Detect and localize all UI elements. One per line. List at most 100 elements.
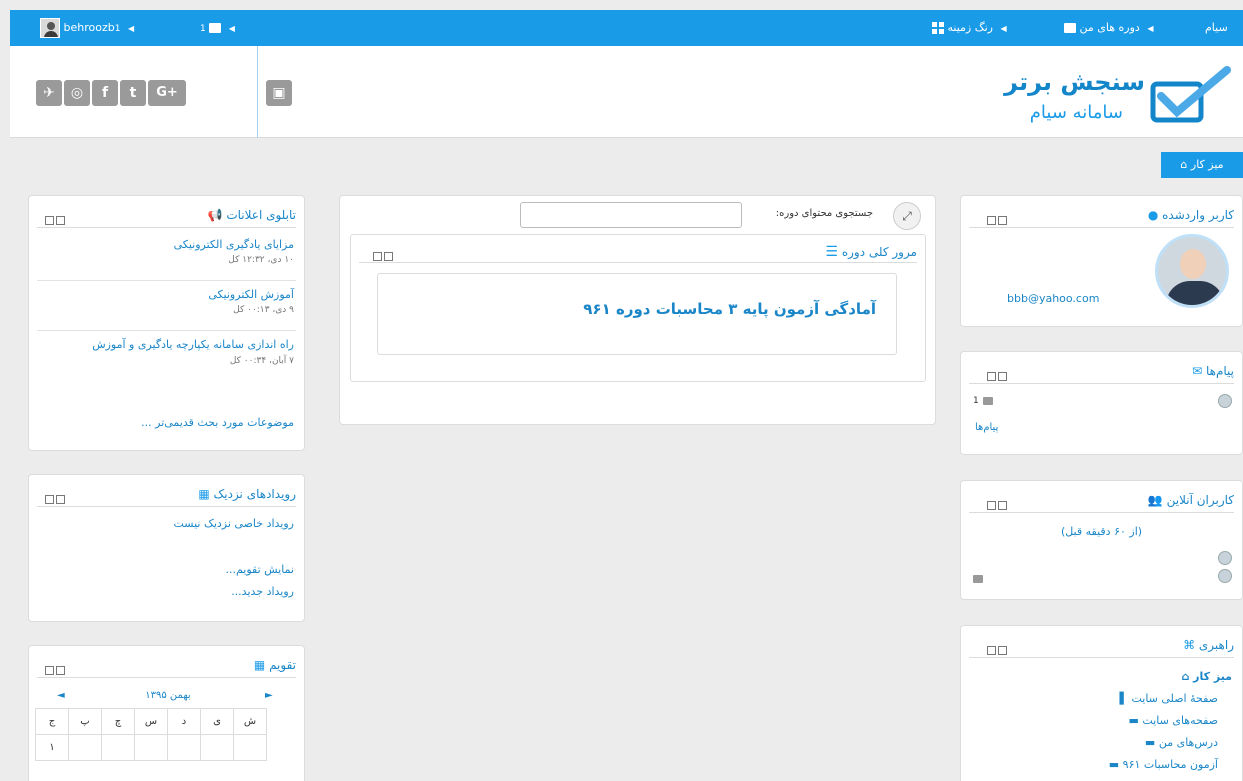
block-controls[interactable]: [987, 369, 1009, 382]
collapse-icon[interactable]: [56, 215, 65, 225]
calendar-day: [167, 734, 201, 761]
nav-item-course[interactable]: آزمون محاسبات ۹۶۱ ▬: [1109, 758, 1218, 771]
weekday-header: س: [134, 708, 168, 735]
weekday-header: پ: [68, 708, 102, 735]
dock-icon[interactable]: [987, 215, 996, 225]
expand-icon[interactable]: ⤢: [893, 202, 921, 230]
next-month-icon[interactable]: ►: [265, 690, 273, 701]
nav-item-my-courses[interactable]: درس‌های من ▬: [1145, 736, 1218, 749]
news-item-title[interactable]: مزایای یادگیری الکترونیکی: [37, 238, 294, 251]
calendar-block: تقویم ▦ ◄ بهمن ۱۳۹۵ ► ج پ چ س د ی ش ۱: [28, 645, 305, 781]
course-name[interactable]: آمادگی آزمون پایه ۳ محاسبات دوره ۹۶۱: [583, 300, 876, 318]
messages-link[interactable]: پیام‌ها: [975, 422, 998, 433]
calendar-day[interactable]: ۱: [35, 734, 69, 761]
prev-month-icon[interactable]: ◄: [57, 690, 65, 701]
site-name-link[interactable]: سیام: [1205, 10, 1228, 46]
envelope-icon: ✉: [1192, 364, 1203, 378]
logged-user-title: کاربر واردشده ●: [1148, 208, 1234, 222]
site-header: ✈ ◎ f t G+ ▣ سنجش برتر سامانه سیام: [10, 46, 1243, 138]
block-controls[interactable]: [373, 249, 395, 262]
news-item[interactable]: آموزش الکترونیکی ۹ دی، ۰۰:۱۳ کل: [37, 288, 294, 315]
older-topics-link[interactable]: موضوعات مورد بحث قدیمی‌تر ...: [141, 416, 294, 429]
block-controls[interactable]: [987, 213, 1009, 226]
nav-item-label: صفحهٔ اصلی سایت: [1131, 692, 1218, 705]
telegram-icon[interactable]: ✈: [36, 80, 62, 106]
user-menu[interactable]: ◀ behroozb1: [40, 10, 138, 46]
navigation-title: راهبری ⌘: [1183, 638, 1234, 652]
block-controls[interactable]: [987, 643, 1009, 656]
facebook-icon[interactable]: f: [92, 80, 118, 106]
course-overview-panel: مرور کلی دوره ☰ آمادگی آزمون پایه ۳ محاس…: [350, 234, 926, 382]
collapse-icon[interactable]: [998, 215, 1007, 225]
messages-title: پیام‌ها ✉: [1192, 364, 1234, 378]
header-divider: [257, 46, 258, 138]
instagram-icon[interactable]: ◎: [64, 80, 90, 106]
news-item[interactable]: راه اندازی سامانه یکپارچه یادگیری و آموز…: [37, 336, 294, 366]
dock-icon[interactable]: [987, 371, 996, 381]
folder-open-icon: ▬: [1144, 736, 1156, 749]
collapse-icon[interactable]: [56, 494, 65, 504]
news-item-title[interactable]: راه اندازی سامانه یکپارچه یادگیری و آموز…: [37, 336, 294, 354]
folder-icon: ▬: [1128, 714, 1139, 727]
messages-block: پیام‌ها ✉ 1 پیام‌ها: [960, 351, 1243, 455]
block-controls[interactable]: [45, 663, 67, 676]
user-icon: ●: [1147, 208, 1159, 222]
show-calendar-link[interactable]: نمایش تقویم...: [225, 563, 294, 576]
my-courses-menu[interactable]: ◀ دوره های من: [1064, 10, 1157, 46]
calendar-grid: ج پ چ س د ی ش ۱: [35, 708, 267, 761]
block-controls[interactable]: [987, 498, 1009, 511]
block-controls[interactable]: [45, 213, 67, 226]
twitter-icon[interactable]: t: [120, 80, 146, 106]
block-controls[interactable]: [45, 492, 67, 505]
sitemap-icon: ⌘: [1183, 638, 1196, 652]
nav-item-label: صفحه‌های سایت: [1142, 714, 1218, 727]
top-navbar: ◀ behroozb1 ◀ 1 ◀ رنگ زمینه ◀ دوره های م…: [10, 10, 1243, 46]
dock-icon[interactable]: [987, 500, 996, 510]
online-user-avatar[interactable]: [1218, 569, 1232, 583]
new-event-link[interactable]: رویداد جدید...: [231, 585, 294, 598]
calendar-block-title: تقویم ▦: [254, 658, 296, 672]
news-item-title[interactable]: آموزش الکترونیکی: [37, 288, 294, 301]
dashboard-button[interactable]: میز کار ⌂: [1161, 152, 1243, 178]
comment-icon[interactable]: [983, 397, 993, 405]
messages-menu[interactable]: ◀ 1: [200, 10, 239, 46]
events-block-header: رویدادهای نزدیک ▦: [37, 483, 296, 507]
course-block: جستجوی محتوای دوره: ⤢ مرور کلی دوره ☰ آم…: [339, 195, 936, 425]
comment-icon[interactable]: [973, 575, 983, 583]
nav-item-label: آزمون محاسبات ۹۶۱: [1122, 758, 1218, 771]
calendar-block-header: تقویم ▦: [37, 654, 296, 678]
nav-item-home[interactable]: صفحهٔ اصلی سایت ▌: [1119, 692, 1218, 705]
nav-item-site-pages[interactable]: صفحه‌های سایت ▬: [1129, 714, 1219, 727]
home-icon: ⌂: [1181, 670, 1190, 683]
no-events-text: رویداد خاصی نزدیک نیست: [173, 517, 295, 530]
dashboard-label: میز کار: [1190, 158, 1224, 171]
dock-icon[interactable]: [987, 645, 996, 655]
sender-avatar[interactable]: [1218, 394, 1232, 408]
nav-item-dashboard[interactable]: میز کار ⌂: [1181, 670, 1232, 683]
collapse-icon[interactable]: [998, 371, 1007, 381]
collapse-icon[interactable]: [998, 645, 1007, 655]
dock-icon[interactable]: [45, 215, 54, 225]
news-item[interactable]: مزایای یادگیری الکترونیکی ۱۰ دی، ۱۲:۳۲ ک…: [37, 238, 294, 265]
online-users-block: کاربران آنلاین 👥 (از ۶۰ دقیقه قبل): [960, 480, 1243, 600]
messages-header: پیام‌ها ✉: [969, 360, 1234, 384]
dock-icon[interactable]: [373, 251, 382, 261]
online-user-avatar[interactable]: [1218, 551, 1232, 565]
google-plus-icon[interactable]: G+: [148, 80, 186, 106]
calendar-day: [101, 734, 135, 761]
online-users-title-text: کاربران آنلاین: [1166, 493, 1234, 507]
collapse-icon[interactable]: [384, 251, 393, 261]
collapse-icon[interactable]: [998, 500, 1007, 510]
collapse-icon[interactable]: [56, 665, 65, 675]
user-photo[interactable]: [1155, 234, 1229, 308]
messages-title-text: پیام‌ها: [1205, 364, 1234, 378]
logo-subtitle: سامانه سیام: [1029, 102, 1123, 123]
course-search-input[interactable]: [520, 202, 742, 228]
dock-icon[interactable]: [45, 494, 54, 504]
theme-color-menu[interactable]: ◀ رنگ زمینه: [932, 10, 1011, 46]
navigation-title-text: راهبری: [1198, 638, 1234, 652]
dock-icon[interactable]: [45, 665, 54, 675]
envelope-icon: [209, 23, 222, 33]
my-courses-label: دوره های من: [1079, 21, 1140, 34]
android-icon[interactable]: ▣: [266, 80, 292, 106]
